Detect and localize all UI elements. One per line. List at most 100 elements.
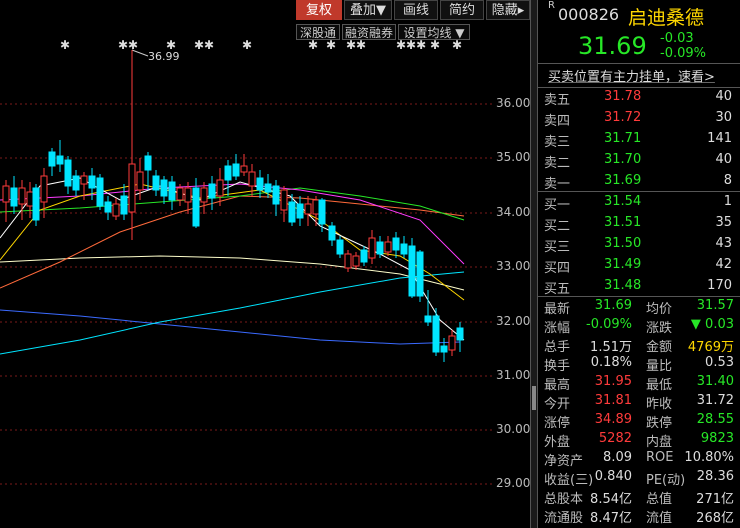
ask-volume: 40 [715,152,732,167]
stat-row: 净资产 8.09 ROE 10.80% [542,450,736,469]
bid-row[interactable]: 买三 31.50 43 [542,236,736,255]
stat-label: 最新 [544,302,571,317]
candle-body [18,187,26,205]
draw-line-button[interactable]: 画线 [394,0,438,20]
bid-row[interactable]: 买一 31.54 1 [542,194,736,213]
candle-body [184,187,192,203]
candle-body [144,155,152,171]
stat-row: 最高 31.95 最低 31.40 [542,374,736,393]
candle-body [200,187,208,203]
event-marker[interactable]: ✱ [430,38,440,52]
y-tick: 31.00 [496,368,531,382]
simple-button[interactable]: 简约 [440,0,484,20]
separator [538,191,740,192]
event-marker[interactable]: ✱ [308,38,318,52]
ask-row[interactable]: 卖四 31.72 30 [542,110,736,129]
panel-splitter[interactable] [530,0,538,528]
candle-body [432,315,440,353]
candle-body [88,175,96,189]
candle-body [416,251,424,297]
stat-value: 8.09 [603,450,632,465]
candle-body [120,195,128,215]
stat-label: 收益(三) [544,473,594,488]
candle-body [224,165,232,181]
candle-body [400,243,408,255]
y-tick: 33.00 [496,259,531,273]
ask-row[interactable]: 卖一 31.69 8 [542,173,736,192]
kline-chart[interactable]: 复权 叠加▼ 画线 简约 隐藏▸ 深股通 融资融券 设置均线 ▼ ✱ ✱✱ ✱ … [0,0,530,528]
hide-button[interactable]: 隐藏▸ [486,0,530,20]
bid-price: 31.49 [604,257,642,272]
ask-label: 卖三 [544,135,571,150]
ask-row[interactable]: 卖五 31.78 40 [542,89,736,108]
stat-value: 31.40 [696,374,734,389]
stat-label: 昨收 [646,397,673,412]
stat-label: 量比 [646,359,673,374]
candle-body [272,185,280,205]
event-marker[interactable]: ✱ [326,38,336,52]
ma-line-2 [0,255,465,291]
y-tick: 30.00 [496,422,531,436]
candle-body [456,327,464,341]
bid-price: 31.48 [604,278,642,293]
candle-body [256,177,264,191]
candle-body [304,203,312,215]
ask-volume: 30 [715,110,732,125]
ask-price: 31.69 [604,173,642,188]
candle-body [48,151,56,167]
stat-label: 内盘 [646,435,673,450]
splitter-handle[interactable] [532,386,536,410]
stat-label: 外盘 [544,435,571,450]
stat-value: -0.09% [586,317,632,332]
y-tick: 36.00 [496,96,531,110]
stat-label: 总值 [646,492,673,507]
stat-value: 31.72 [696,393,734,408]
candle-body [352,255,360,267]
event-marker[interactable]: ✱✱ [118,38,138,52]
candle-body [344,253,352,269]
y-tick: 35.00 [496,150,531,164]
stat-value: ▼ 0.03 [690,317,734,332]
stat-label: 换手 [544,359,571,374]
candle-body [384,241,392,253]
stat-label: 金额 [646,340,673,355]
bid-row[interactable]: 买四 31.49 42 [542,257,736,276]
candle-body [318,199,326,225]
stat-value: 271亿 [696,492,734,507]
event-marker[interactable]: ✱ [60,38,70,52]
ask-label: 卖四 [544,114,571,129]
stat-value: 8.47亿 [590,511,632,526]
ask-volume: 40 [715,89,732,104]
bid-volume: 170 [707,278,732,293]
bid-volume: 35 [715,215,732,230]
overlay-button[interactable]: 叠加▼ [344,0,392,20]
stat-value: 10.80% [684,450,734,465]
stat-value: 0.53 [705,355,734,370]
ask-volume: 141 [707,131,732,146]
bid-row[interactable]: 买五 31.48 170 [542,278,736,297]
event-marker[interactable]: ✱✱ [346,38,366,52]
kline-svg[interactable] [0,0,530,528]
stat-row: 收益(三) 0.840 PE(动) 28.36 [542,469,736,488]
stat-row: 外盘 5282 内盘 9823 [542,431,736,450]
bid-row[interactable]: 买二 31.51 35 [542,215,736,234]
stat-value: 28.36 [696,469,734,484]
fuquan-button[interactable]: 复权 [296,0,342,20]
candle-body [312,199,320,215]
bid-volume: 42 [715,257,732,272]
candle-body [264,183,272,193]
stat-label: 均价 [646,302,673,317]
y-tick: 34.00 [496,205,531,219]
stat-row: 总股本 8.54亿 总值 271亿 [542,488,736,507]
event-marker[interactable]: ✱ [242,38,252,52]
bid-label: 买五 [544,282,571,297]
event-marker[interactable]: ✱✱ [194,38,214,52]
ask-row[interactable]: 卖二 31.70 40 [542,152,736,171]
event-marker[interactable]: ✱ [452,38,462,52]
bid-volume: 43 [715,236,732,251]
ask-row[interactable]: 卖三 31.71 141 [542,131,736,150]
stat-row: 流通股 8.47亿 流值 268亿 [542,507,736,526]
event-marker[interactable]: ✱✱✱ [396,38,426,52]
candle-body [216,179,224,197]
candle-body [424,315,432,323]
